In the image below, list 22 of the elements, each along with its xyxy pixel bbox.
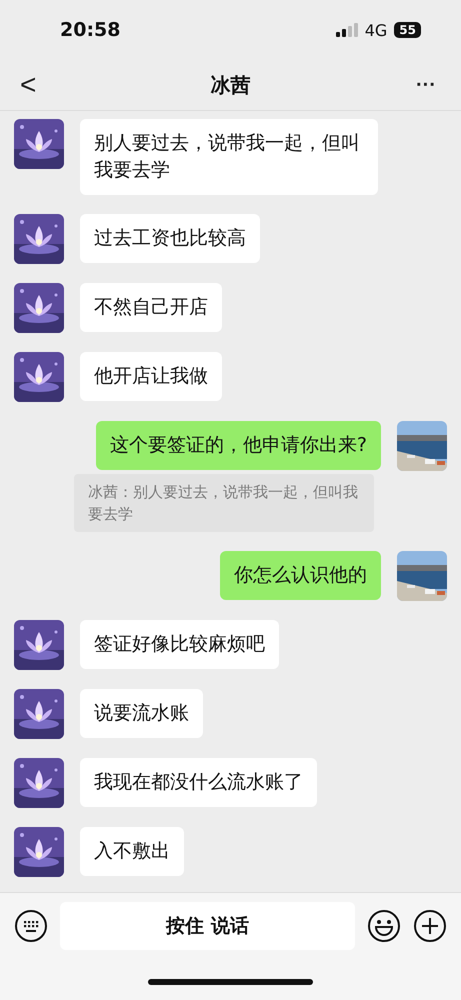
message-bubble: 别人要过去，说带我一起，但叫我要去学 bbox=[80, 119, 378, 195]
plus-icon[interactable] bbox=[413, 909, 447, 943]
network-type: 4G bbox=[364, 20, 388, 40]
message-bubble: 他开店让我做 bbox=[80, 352, 222, 401]
message-bubble: 过去工资也比较高 bbox=[80, 214, 260, 263]
message-bubble: 说要流水账 bbox=[80, 689, 203, 738]
signal-icon bbox=[336, 23, 358, 37]
more-button[interactable]: ··· bbox=[411, 74, 441, 96]
keyboard-icon[interactable] bbox=[14, 909, 48, 943]
chat-title: 冰茜 bbox=[210, 72, 252, 98]
message-bubble: 你怎么认识他的 bbox=[220, 551, 381, 600]
message-bubble: 签证好像比较麻烦吧 bbox=[80, 620, 279, 669]
back-button[interactable]: < bbox=[20, 69, 50, 101]
message-bubble: 这个要签证的，他申请你出来? bbox=[96, 421, 381, 470]
message-bubble: 入不敷出 bbox=[80, 827, 184, 876]
smiley-icon[interactable] bbox=[367, 909, 401, 943]
battery-level: 55 bbox=[394, 22, 421, 38]
message-bubble: 我现在都没什么流水账了 bbox=[80, 758, 317, 807]
quoted-message: 冰茜：别人要过去，说带我一起，但叫我要去学 bbox=[74, 474, 374, 532]
hold-to-talk-button[interactable]: 按住 说话 bbox=[60, 902, 355, 950]
message-bubble: 不然自己开店 bbox=[80, 283, 222, 332]
clock: 20:58 bbox=[60, 19, 120, 41]
